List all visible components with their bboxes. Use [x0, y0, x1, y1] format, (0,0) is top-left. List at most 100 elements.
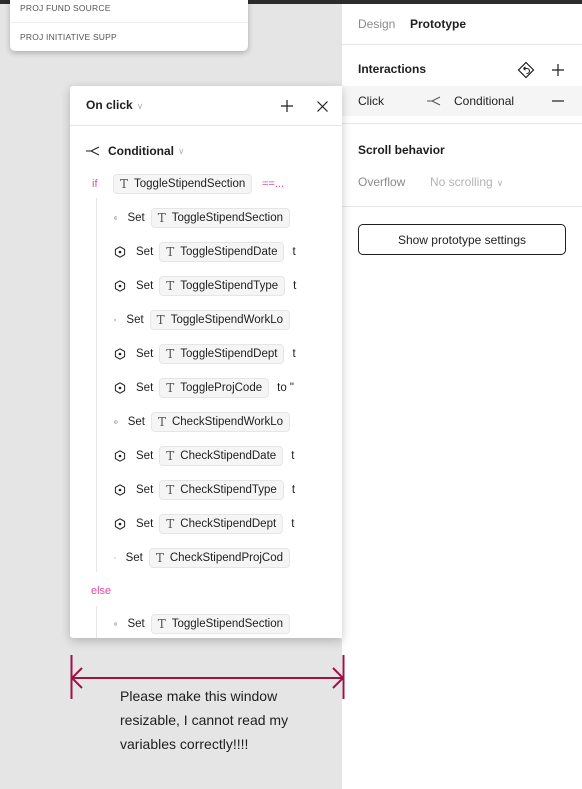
- overflow-value: No scrolling: [430, 175, 493, 189]
- add-action-button[interactable]: [281, 97, 293, 115]
- trigger-label: On click: [86, 98, 133, 112]
- target-variable-pill[interactable]: T CheckStipendDate: [159, 446, 284, 466]
- variable-action-icon: [114, 622, 118, 626]
- conditional-icon: [426, 94, 442, 108]
- action-verb: Set: [136, 484, 154, 496]
- target-variable: ToggleStipendSection: [171, 212, 283, 224]
- text-variable-icon: T: [166, 279, 175, 293]
- popup-header: On click ∨: [70, 86, 342, 126]
- target-variable-pill[interactable]: T ToggleStipendSection: [150, 208, 290, 228]
- if-keyword: if: [92, 178, 98, 190]
- condition-operator[interactable]: ==...: [262, 178, 284, 190]
- target-variable-pill[interactable]: T ToggleStipendWorkLo: [149, 310, 290, 330]
- set-variable-action-row[interactable]: Set T CheckStipendWorkLo: [114, 411, 298, 433]
- variable-action-icon: [114, 318, 117, 322]
- if-branch-guide: [96, 198, 97, 572]
- text-variable-icon: T: [166, 245, 175, 259]
- set-variable-action-row[interactable]: Set T ToggleStipendWorkLo: [114, 309, 298, 331]
- target-variable: CheckStipendWorkLo: [171, 416, 283, 428]
- target-variable: CheckStipendType: [180, 484, 277, 496]
- target-variable-pill[interactable]: T ToggleStipendSection: [150, 614, 290, 634]
- target-variable: ToggleStipendWorkLo: [170, 314, 283, 326]
- action-verb: Set: [136, 280, 154, 292]
- interaction-row-click[interactable]: Click Conditional: [342, 86, 582, 116]
- section-divider: [342, 206, 582, 207]
- target-variable: ToggleStipendSection: [171, 618, 283, 630]
- interaction-trigger: Click: [358, 94, 384, 108]
- variable-action-icon: [114, 216, 118, 220]
- action-suffix: t: [291, 450, 295, 462]
- text-variable-icon: T: [166, 517, 175, 531]
- tab-prototype[interactable]: Prototype: [410, 17, 466, 31]
- target-variable: CheckStipendProjCod: [169, 552, 283, 564]
- overflow-label: Overflow: [358, 175, 406, 189]
- annotation-note: Please make this window resizable, I can…: [120, 688, 289, 752]
- menu-item-proj-fund-source[interactable]: PROJ FUND SOURCE: [20, 3, 111, 13]
- text-variable-icon: T: [166, 483, 175, 497]
- trigger-dropdown[interactable]: On click ∨: [86, 98, 143, 112]
- show-prototype-settings-button[interactable]: Show prototype settings: [358, 224, 566, 255]
- variable-action-icon: [114, 518, 126, 530]
- overflow-select[interactable]: No scrolling ∨: [430, 175, 503, 189]
- target-variable-pill[interactable]: T ToggleStipendDate: [159, 242, 285, 262]
- target-variable-pill[interactable]: T ToggleStipendDept: [159, 344, 285, 364]
- action-verb: Set: [126, 314, 144, 326]
- close-icon: [316, 100, 328, 112]
- chevron-down-icon: ∨: [496, 178, 504, 188]
- interaction-details-popup: On click ∨ Conditional ∨ if T ToggleStipe…: [70, 86, 342, 638]
- flow-starting-point-icon[interactable]: [515, 59, 537, 81]
- target-variable-pill[interactable]: T CheckStipendDept: [159, 514, 284, 534]
- layer-dropdown-menu: PROJ FUND SOURCE PROJ INITIATIVE SUPP: [10, 0, 248, 51]
- set-variable-action-row[interactable]: Set T ToggleStipendSection: [114, 207, 298, 229]
- action-type-label: Conditional: [108, 144, 174, 158]
- action-suffix: to ": [277, 382, 294, 394]
- action-suffix: t: [293, 280, 297, 292]
- set-variable-action-row[interactable]: Set T CheckStipendDate t: [114, 445, 298, 467]
- close-button[interactable]: [314, 98, 330, 114]
- action-verb: Set: [136, 450, 154, 462]
- target-variable: CheckStipendDept: [180, 518, 277, 530]
- set-variable-action-row[interactable]: Set T ToggleStipendDate t: [114, 241, 298, 263]
- action-verb: Set: [136, 518, 154, 530]
- variable-action-icon: [114, 450, 126, 462]
- target-variable-pill[interactable]: T ToggleStipendType: [159, 276, 286, 296]
- panel-tabs: Design Prototype: [342, 4, 582, 45]
- target-variable-pill[interactable]: T CheckStipendType: [159, 480, 284, 500]
- action-verb: Set: [136, 382, 154, 394]
- menu-item-proj-initiative-supp[interactable]: PROJ INITIATIVE SUPP: [20, 32, 117, 42]
- target-variable-pill[interactable]: T ToggleProjCode: [159, 378, 270, 398]
- set-variable-action-row[interactable]: Set T CheckStipendType t: [114, 479, 298, 501]
- target-variable: ToggleStipendDate: [180, 246, 278, 258]
- variable-action-icon: [114, 382, 126, 394]
- action-suffix: t: [291, 484, 296, 496]
- target-variable-pill[interactable]: T CheckStipendWorkLo: [150, 412, 290, 432]
- action-verb: Set: [127, 212, 145, 224]
- set-variable-action-row[interactable]: Set T CheckStipendProjCod: [114, 547, 298, 569]
- variable-action-icon: [114, 420, 118, 424]
- set-variable-action-row[interactable]: Set T ToggleProjCode to ": [114, 377, 298, 399]
- remove-interaction-button[interactable]: [550, 95, 566, 107]
- action-type-row[interactable]: Conditional ∨: [86, 143, 185, 159]
- chevron-down-icon: ∨: [136, 101, 144, 111]
- variable-action-icon: [114, 280, 126, 292]
- else-keyword: else: [91, 585, 112, 597]
- chevron-down-icon: ∨: [178, 145, 185, 156]
- set-variable-action-row[interactable]: Set T ToggleStipendDept t: [114, 343, 298, 365]
- interactions-title: Interactions: [358, 62, 427, 76]
- target-variable: ToggleStipendType: [180, 280, 279, 292]
- action-suffix: t: [291, 518, 295, 530]
- variable-action-icon: [114, 348, 126, 360]
- set-variable-action-row[interactable]: Set T CheckStipendDept t: [114, 513, 298, 535]
- action-verb: Set: [127, 618, 145, 630]
- action-suffix: t: [292, 246, 296, 258]
- set-variable-action-row[interactable]: Set T ToggleStipendType t: [114, 275, 298, 297]
- text-variable-icon: T: [120, 177, 129, 191]
- target-variable-pill[interactable]: T CheckStipendProjCod: [148, 548, 290, 568]
- set-variable-action-row[interactable]: Set T ToggleStipendSection: [114, 613, 298, 635]
- tab-design[interactable]: Design: [358, 17, 395, 31]
- add-interaction-button[interactable]: [548, 60, 568, 80]
- action-suffix: t: [292, 348, 296, 360]
- properties-panel: Design Prototype Interactions Click Cond…: [342, 4, 582, 789]
- condition-variable-pill[interactable]: T ToggleStipendSection: [113, 174, 253, 194]
- text-variable-icon: T: [157, 415, 166, 429]
